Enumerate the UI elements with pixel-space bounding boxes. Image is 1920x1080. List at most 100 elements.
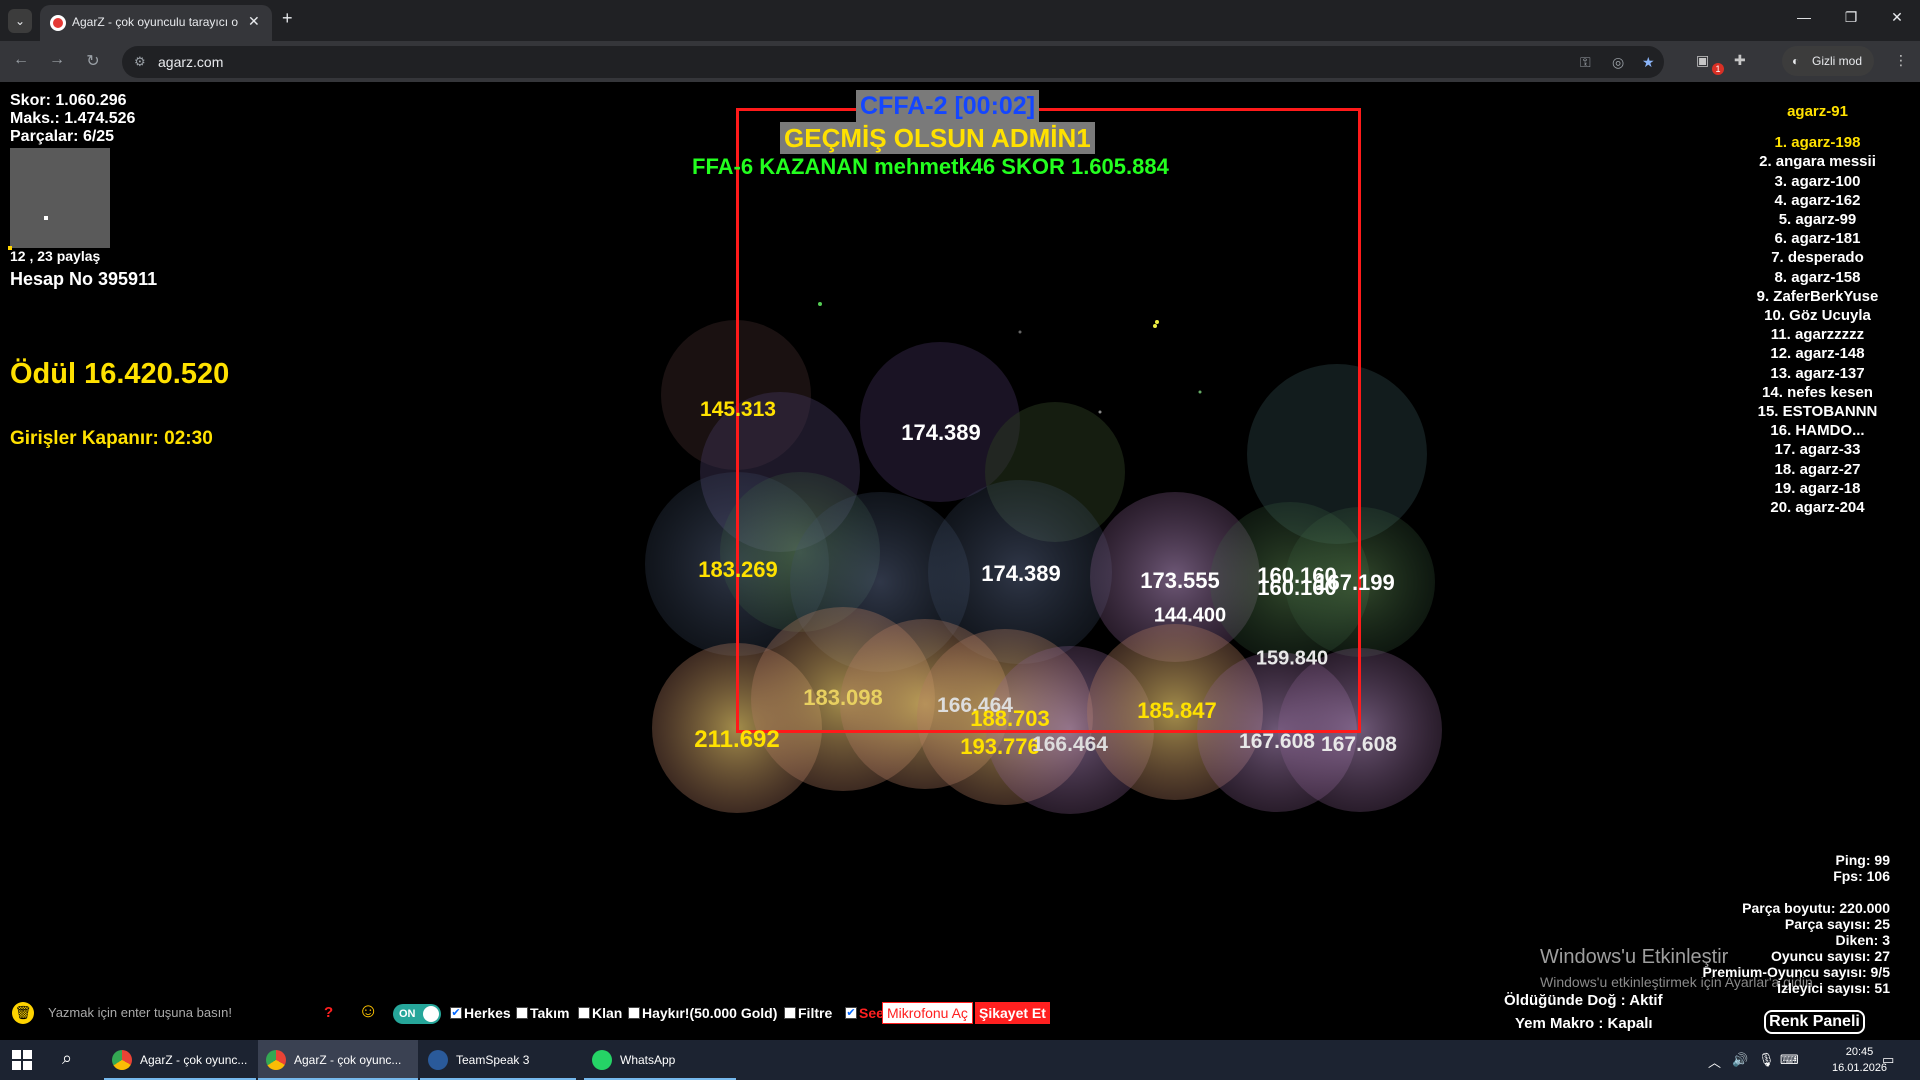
cell-label: 167.199 <box>1315 570 1395 595</box>
bookmark-star-icon[interactable]: ★ <box>1642 54 1655 71</box>
premium-players-text: Premium-Oyuncu sayısı: 9/5 <box>1702 964 1890 980</box>
clock-date: 16.01.2026 <box>1832 1062 1888 1074</box>
tab-agarz[interactable]: AgarZ - çok oyunculu tarayıcı o ✕ <box>40 5 272 41</box>
checkbox-filter[interactable]: Filtre <box>784 1005 832 1021</box>
url-text: agarz.com <box>158 54 224 70</box>
leaderboard-item: 9. ZaferBerkYuse <box>1756 287 1879 305</box>
leaderboard-item: 8. agarz-158 <box>1774 268 1861 286</box>
volume-icon[interactable]: 🔊 <box>1732 1052 1748 1068</box>
game-canvas[interactable]: 145.313 174.389 183.269 174.389 173.555 … <box>0 82 1920 1040</box>
puzzle-extensions-icon[interactable]: ✚ <box>1734 52 1746 69</box>
trash-icon[interactable]: 🗑 <box>12 1002 34 1024</box>
eye-off-icon[interactable]: ◎ <box>1612 54 1624 71</box>
leaderboard-item: 4. agarz-162 <box>1774 191 1861 209</box>
new-tab-button[interactable]: + <box>282 8 293 29</box>
taskbar-app-chrome-2[interactable]: AgarZ - çok oyunc... <box>258 1040 418 1080</box>
emoji-icon[interactable]: ☺ <box>358 1000 378 1023</box>
leaderboard-list: 1. agarz-198 2. angara messii 3. agarz-1… <box>1740 133 1895 517</box>
winner-banner: FFA-6 KAZANAN mehmetk46 SKOR 1.605.884 <box>692 154 1169 179</box>
microphone-button[interactable]: Mikrofonu Aç <box>882 1002 973 1024</box>
pieces-text: Parçalar: 6/25 <box>10 128 115 145</box>
checkbox-team[interactable]: Takım <box>516 1005 569 1021</box>
incognito-indicator[interactable]: ◐ Gizli mod <box>1782 46 1874 76</box>
minimize-button[interactable]: — <box>1789 9 1819 25</box>
fps-text: Fps: 106 <box>1833 868 1890 884</box>
checkbox-shout[interactable]: Haykır!(50.000 Gold) <box>628 1005 777 1021</box>
respawn-status: Öldüğünde Doğ : Aktif <box>1504 992 1663 1009</box>
toggle-knob <box>423 1006 439 1022</box>
chrome-icon <box>266 1050 286 1070</box>
leaderboard: agarz-91 1. agarz-198 2. angara messii 3… <box>1740 102 1895 517</box>
checkbox-label: Haykır!(50.000 Gold) <box>642 1005 778 1021</box>
color-panel-button[interactable]: Renk Paneli <box>1764 1010 1865 1034</box>
microphone-icon[interactable]: 🎙 <box>1758 1052 1775 1068</box>
taskbar-clock[interactable]: 20:45 16.01.2026 <box>1832 1044 1887 1076</box>
chat-bar: 🗑 ? ☺ ON ✔Herkes Takım Klan Haykır!(50.0… <box>0 998 1100 1028</box>
taskbar-app-label: AgarZ - çok oyunc... <box>294 1053 402 1067</box>
address-bar[interactable]: ⚙ agarz.com ⚿ ◎ ★ <box>122 46 1664 78</box>
restore-button[interactable]: ❐ <box>1836 9 1866 26</box>
checkbox-empty-icon <box>578 1007 590 1019</box>
reload-button[interactable]: ↻ <box>82 51 104 71</box>
cell-label: 174.389 <box>901 420 981 445</box>
tab-search-button[interactable]: ⌄ <box>8 9 32 33</box>
help-icon[interactable]: ? <box>324 1004 333 1021</box>
notifications-icon[interactable]: ▭ <box>1882 1052 1894 1068</box>
checkbox-everyone[interactable]: ✔ Herkes <box>450 1005 511 1021</box>
extension-icon[interactable]: ▣ <box>1696 52 1709 69</box>
leaderboard-title: agarz-91 <box>1787 103 1848 120</box>
cell-label: 183.269 <box>698 557 778 582</box>
leaderboard-item: 11. agarzzzzz <box>1770 326 1865 344</box>
clock-time: 20:45 <box>1845 1046 1874 1058</box>
account-number: Hesap No 395911 <box>10 269 158 289</box>
chrome-icon <box>112 1050 132 1070</box>
tray-chevron-up-icon[interactable]: ︿ <box>1708 1052 1721 1071</box>
checkbox-label: Takım <box>530 1005 570 1021</box>
leaderboard-item: 3. agarz-100 <box>1774 172 1861 190</box>
minimap <box>10 148 110 248</box>
forward-button[interactable]: → <box>46 51 68 69</box>
piece-count-text: Parça sayısı: 25 <box>1784 916 1890 932</box>
close-window-button[interactable]: ✕ <box>1882 9 1912 26</box>
prize-text: Ödül 16.420.520 <box>10 358 230 390</box>
leaderboard-item: 19. agarz-18 <box>1774 479 1861 497</box>
windows-start-icon[interactable] <box>12 1050 32 1070</box>
arena-border <box>736 108 1361 733</box>
leaderboard-item: 2. angara messii <box>1759 153 1876 171</box>
checkbox-empty-icon <box>784 1007 796 1019</box>
checkbox-see[interactable]: ✔ See <box>845 1005 884 1021</box>
back-button[interactable]: ← <box>10 51 32 69</box>
site-info-icon[interactable]: ⚙ <box>134 54 146 70</box>
leaderboard-item: 20. agarz-204 <box>1770 499 1865 517</box>
checkbox-clan[interactable]: Klan <box>578 1005 622 1021</box>
password-key-icon[interactable]: ⚿ <box>1580 54 1591 71</box>
checkbox-label: Herkes <box>464 1005 511 1021</box>
cell-label: 144.400 <box>1153 604 1227 627</box>
chat-toggle[interactable]: ON <box>393 1004 441 1024</box>
taskbar-app-label: TeamSpeak 3 <box>456 1053 530 1067</box>
checkbox-label: Filtre <box>798 1005 833 1021</box>
leaderboard-item: 15. ESTOBANNN <box>1757 403 1878 421</box>
cell-label: 159.840 <box>1255 647 1329 670</box>
tab-bar: ⌄ AgarZ - çok oyunculu tarayıcı o ✕ + — … <box>0 0 1920 41</box>
taskbar-app-chrome-1[interactable]: AgarZ - çok oyunc... <box>104 1040 256 1080</box>
leaderboard-item: 14. nefes kesen <box>1762 383 1873 401</box>
search-icon[interactable]: ⌕ <box>62 1048 72 1069</box>
taskbar-app-label: AgarZ - çok oyunc... <box>140 1053 248 1067</box>
teamspeak-icon <box>428 1050 448 1070</box>
checkbox-empty-icon <box>628 1007 640 1019</box>
chat-input[interactable] <box>48 1000 308 1024</box>
taskbar-app-whatsapp[interactable]: WhatsApp <box>584 1040 736 1080</box>
taskbar-app-teamspeak[interactable]: TeamSpeak 3 <box>420 1040 576 1080</box>
tab-close-icon[interactable]: ✕ <box>248 13 260 30</box>
leaderboard-item: 1. agarz-198 <box>1774 134 1861 152</box>
report-button[interactable]: Şikayet Et <box>975 1002 1050 1024</box>
server-stats: Ping: 99 Fps: 106 Parça boyutu: 220.000 … <box>1702 852 1890 996</box>
network-icon[interactable]: ⌨ <box>1780 1052 1799 1068</box>
max-score-text: Maks.: 1.474.526 <box>10 110 136 127</box>
menu-dots-icon[interactable]: ⋮ <box>1894 52 1908 69</box>
coords-share-link[interactable]: 12 , 23 paylaş <box>10 248 100 264</box>
checkbox-checked-icon: ✔ <box>450 1007 462 1019</box>
windows-taskbar: ⌕ AgarZ - çok oyunc... AgarZ - çok oyunc… <box>0 1040 1920 1080</box>
cell-label: 193.776 <box>960 734 1040 759</box>
